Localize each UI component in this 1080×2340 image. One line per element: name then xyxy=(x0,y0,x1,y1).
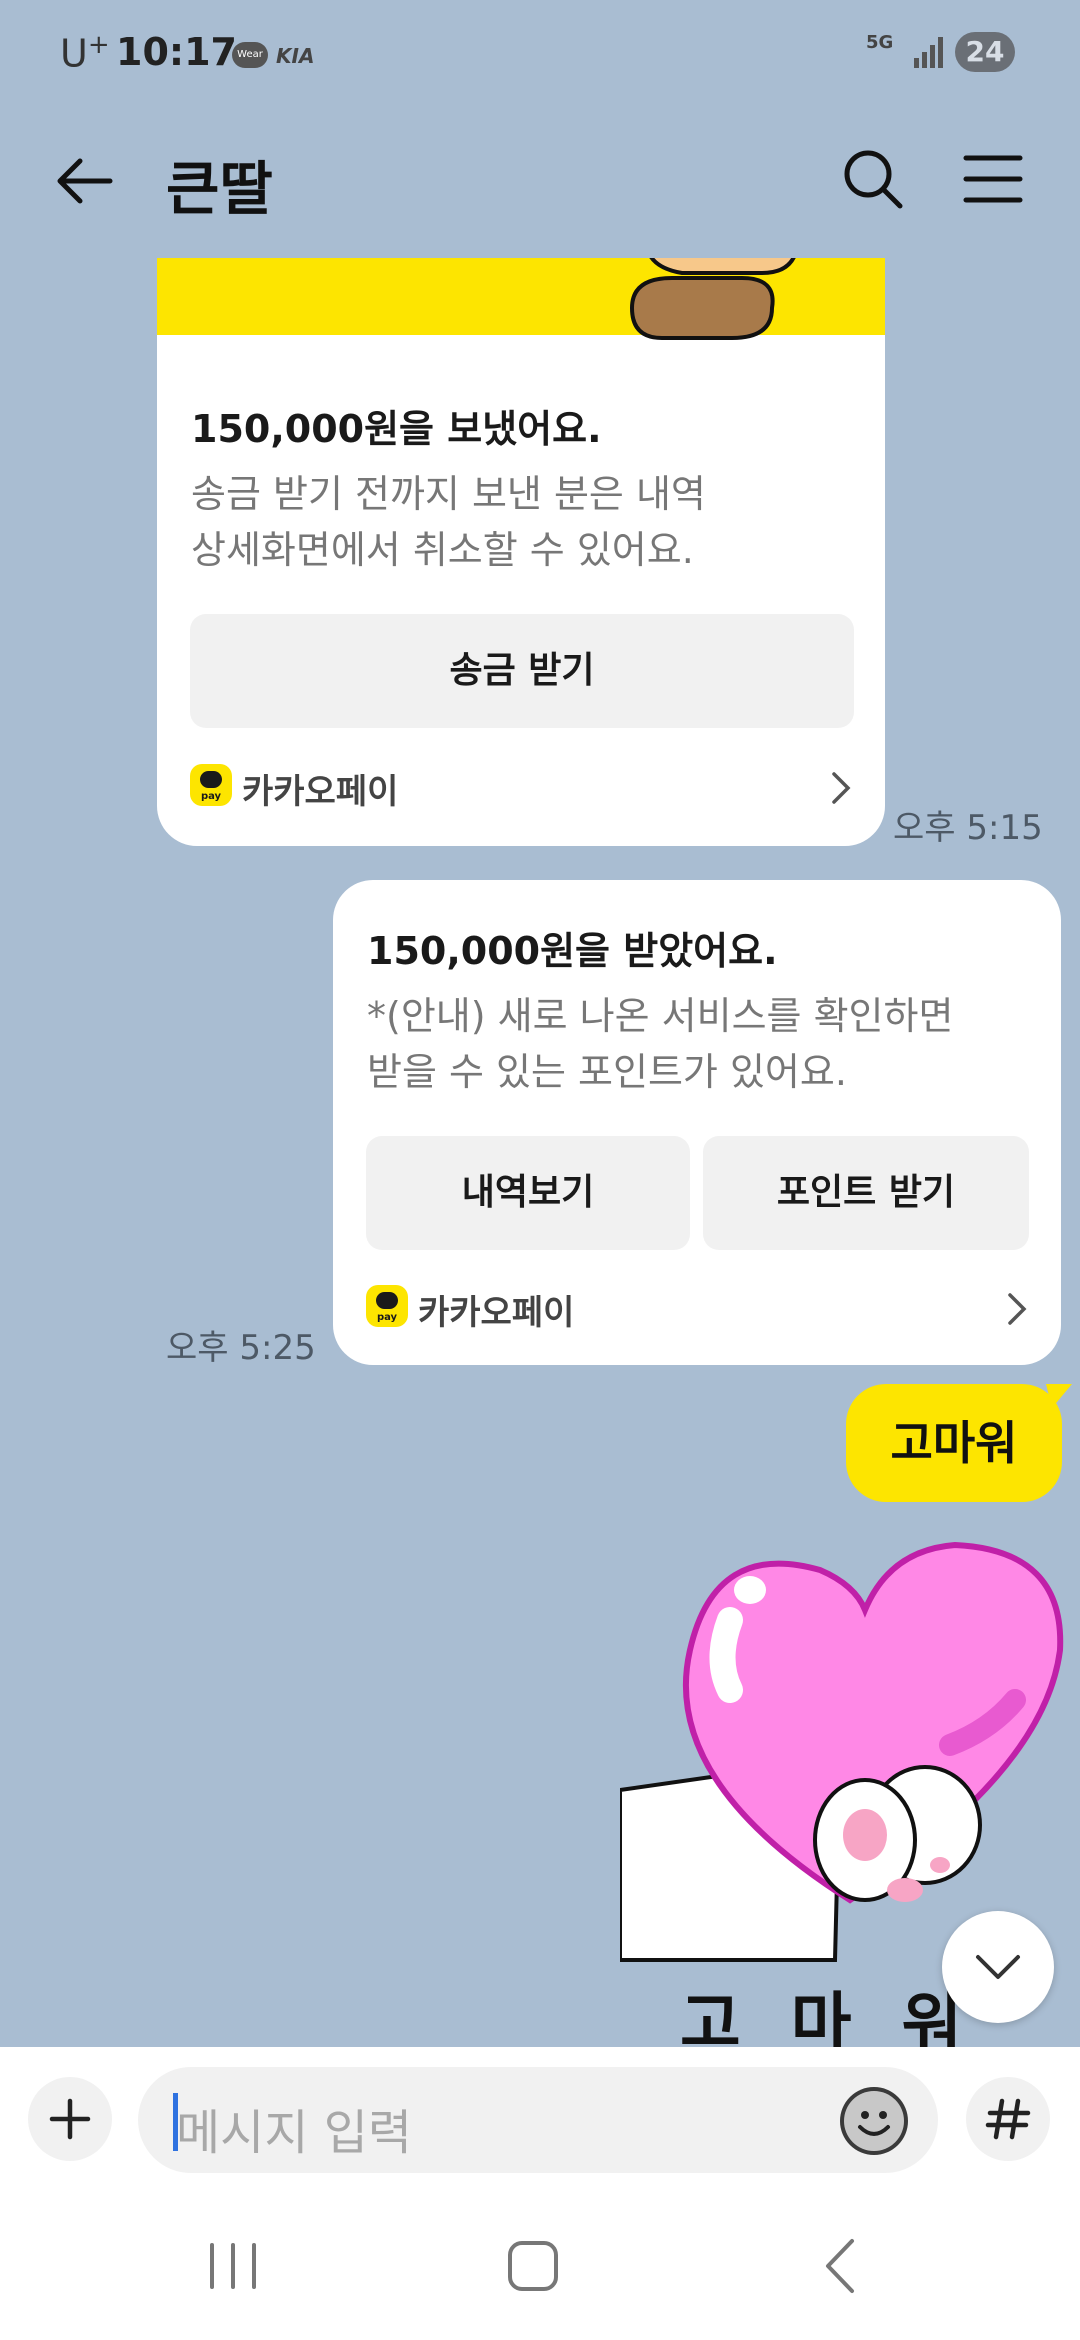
kia-icon: KIA xyxy=(276,44,315,68)
card-desc-line: 상세화면에서 취소할 수 있어요. xyxy=(191,528,694,572)
card-desc-line: 받을 수 있는 포인트가 있어요. xyxy=(367,1050,847,1094)
pay-footer[interactable]: pay 카카오페이 xyxy=(366,1285,1030,1333)
kakaopay-logo-icon: pay xyxy=(366,1285,408,1327)
hash-icon xyxy=(985,2098,1031,2140)
battery-icon: 24 xyxy=(955,32,1015,72)
system-nav-bar xyxy=(0,2187,1080,2340)
network-5g-icon: 5G xyxy=(866,32,894,53)
back-nav-icon[interactable] xyxy=(806,2231,876,2301)
menu-icon[interactable] xyxy=(960,146,1026,212)
view-history-button[interactable]: 내역보기 xyxy=(366,1136,690,1250)
pay-card-received[interactable]: 150,000원을 받았어요. *(안내) 새로 나온 서비스를 확인하면 받을… xyxy=(333,880,1061,1365)
back-arrow-icon[interactable] xyxy=(50,146,120,216)
get-points-button[interactable]: 포인트 받기 xyxy=(703,1136,1029,1250)
scroll-to-bottom-button[interactable] xyxy=(942,1911,1054,2023)
emoji-button[interactable] xyxy=(840,2087,908,2155)
heart-paw-image xyxy=(620,1541,1064,1962)
message-time: 오후 5:25 xyxy=(166,1328,316,1368)
card-description: *(안내) 새로 나온 서비스를 확인하면 받을 수 있는 포인트가 있어요. xyxy=(367,988,953,1100)
plus-icon xyxy=(49,2098,91,2140)
card-title: 150,000원을 보냈어요. xyxy=(191,407,602,451)
message-input-bar: 메시지 입력 xyxy=(0,2047,1080,2187)
chat-header: 큰딸 xyxy=(0,120,1080,240)
home-icon[interactable] xyxy=(498,2231,568,2301)
carrier-label: U+ xyxy=(60,30,110,76)
bear-paw-image xyxy=(629,258,796,340)
pay-card-sent[interactable]: 150,000원을 보냈어요. 송금 받기 전까지 보낸 분은 내역 상세화면에… xyxy=(157,258,885,846)
recent-apps-icon[interactable] xyxy=(198,2231,268,2301)
wear-icon: Wear xyxy=(232,42,268,68)
chevron-right-icon xyxy=(832,772,851,804)
message-input[interactable]: 메시지 입력 xyxy=(138,2067,938,2173)
card-description: 송금 받기 전까지 보낸 분은 내역 상세화면에서 취소할 수 있어요. xyxy=(191,466,706,578)
card-desc-line: *(안내) 새로 나온 서비스를 확인하면 xyxy=(367,994,954,1038)
status-bar: U+ 10:17 Wear KIA 5G 24 xyxy=(0,0,1080,110)
signal-icon xyxy=(914,37,943,68)
hash-button[interactable] xyxy=(966,2077,1050,2161)
emoji-icon xyxy=(844,2091,904,2151)
kakaopay-logo-icon: pay xyxy=(190,764,232,806)
chevron-down-icon xyxy=(976,1955,1020,1979)
pay-provider-name: 카카오페이 xyxy=(418,1293,575,1333)
chevron-right-icon xyxy=(1008,1293,1027,1325)
receive-money-button[interactable]: 송금 받기 xyxy=(190,614,854,728)
message-input-placeholder: 메시지 입력 xyxy=(176,2105,413,2161)
card-desc-line: 송금 받기 전까지 보낸 분은 내역 xyxy=(191,472,706,516)
message-time: 오후 5:15 xyxy=(893,808,1043,848)
pay-footer[interactable]: pay 카카오페이 xyxy=(190,764,854,812)
attach-button[interactable] xyxy=(28,2077,112,2161)
status-time: 10:17 xyxy=(116,30,237,74)
search-icon[interactable] xyxy=(838,144,908,214)
chat-title: 큰딸 xyxy=(166,155,273,223)
bubble-tail xyxy=(1046,1384,1072,1408)
text-message-bubble[interactable]: 고마워 xyxy=(846,1384,1062,1502)
pay-provider-name: 카카오페이 xyxy=(242,772,399,812)
card-title: 150,000원을 받았어요. xyxy=(367,929,778,973)
